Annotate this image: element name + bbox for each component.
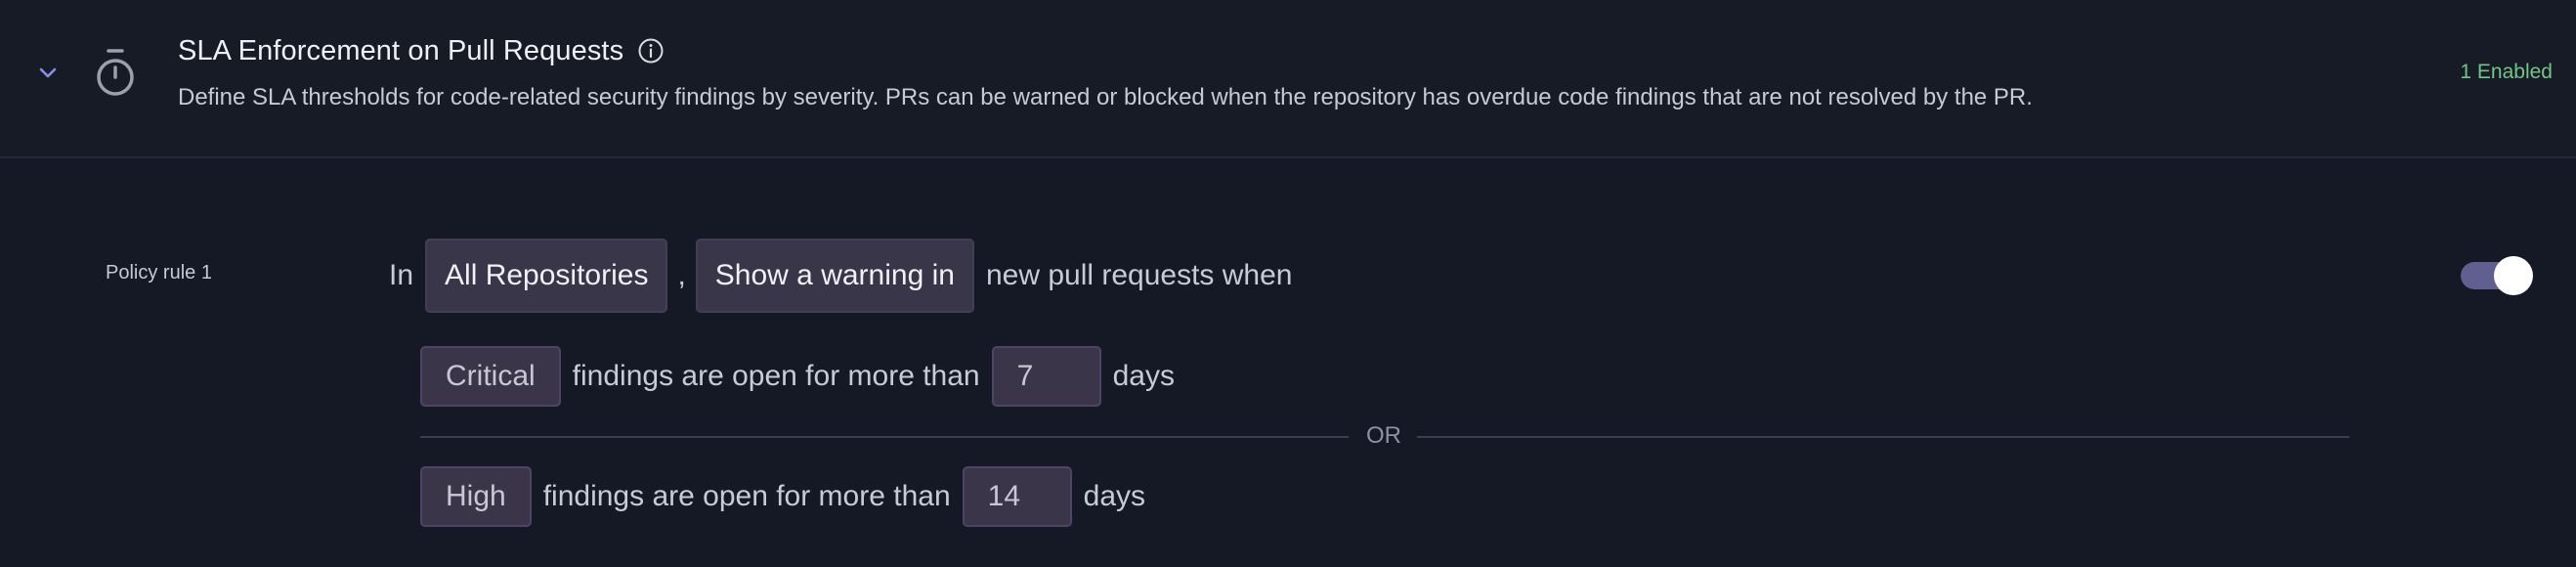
rule-prefix-text: In — [389, 259, 414, 291]
chevron-down-icon[interactable] — [35, 61, 61, 86]
condition-text: findings are open for more than — [542, 480, 951, 512]
or-divider-left — [420, 436, 1349, 438]
or-separator-label: OR — [1366, 422, 1401, 449]
rule-enabled-toggle[interactable] — [2461, 254, 2535, 297]
condition-row-critical: Critical findings are open for more than… — [420, 346, 1175, 407]
enabled-count-badge: 1 Enabled — [2460, 61, 2553, 83]
toggle-knob — [2494, 256, 2533, 295]
section-title: SLA Enforcement on Pull Requests — [178, 34, 624, 66]
days-input-critical[interactable]: 7 — [991, 346, 1101, 407]
comma-text: , — [677, 259, 686, 291]
timer-icon — [94, 47, 137, 100]
days-unit-text: days — [1083, 480, 1146, 512]
or-divider-right — [1417, 436, 2349, 438]
policy-rule-label: Policy rule 1 — [106, 262, 212, 284]
info-icon[interactable] — [637, 37, 665, 65]
days-unit-text: days — [1112, 360, 1175, 392]
title-row: SLA Enforcement on Pull Requests — [178, 31, 665, 70]
section-header: SLA Enforcement on Pull Requests Define … — [0, 0, 2576, 158]
action-select[interactable]: Show a warning in — [695, 239, 974, 313]
rule-suffix-text: new pull requests when — [985, 259, 1293, 291]
severity-select-critical[interactable]: Critical — [420, 346, 561, 407]
condition-row-high: High findings are open for more than 14 … — [420, 466, 1145, 527]
days-input-high[interactable]: 14 — [962, 466, 1072, 527]
severity-select-high[interactable]: High — [420, 466, 532, 527]
rule-scope-row: In All Repositories , Show a warning in … — [389, 239, 1292, 313]
condition-text: findings are open for more than — [572, 360, 980, 392]
repository-scope-select[interactable]: All Repositories — [425, 239, 668, 313]
section-description: Define SLA thresholds for code-related s… — [178, 84, 2033, 110]
